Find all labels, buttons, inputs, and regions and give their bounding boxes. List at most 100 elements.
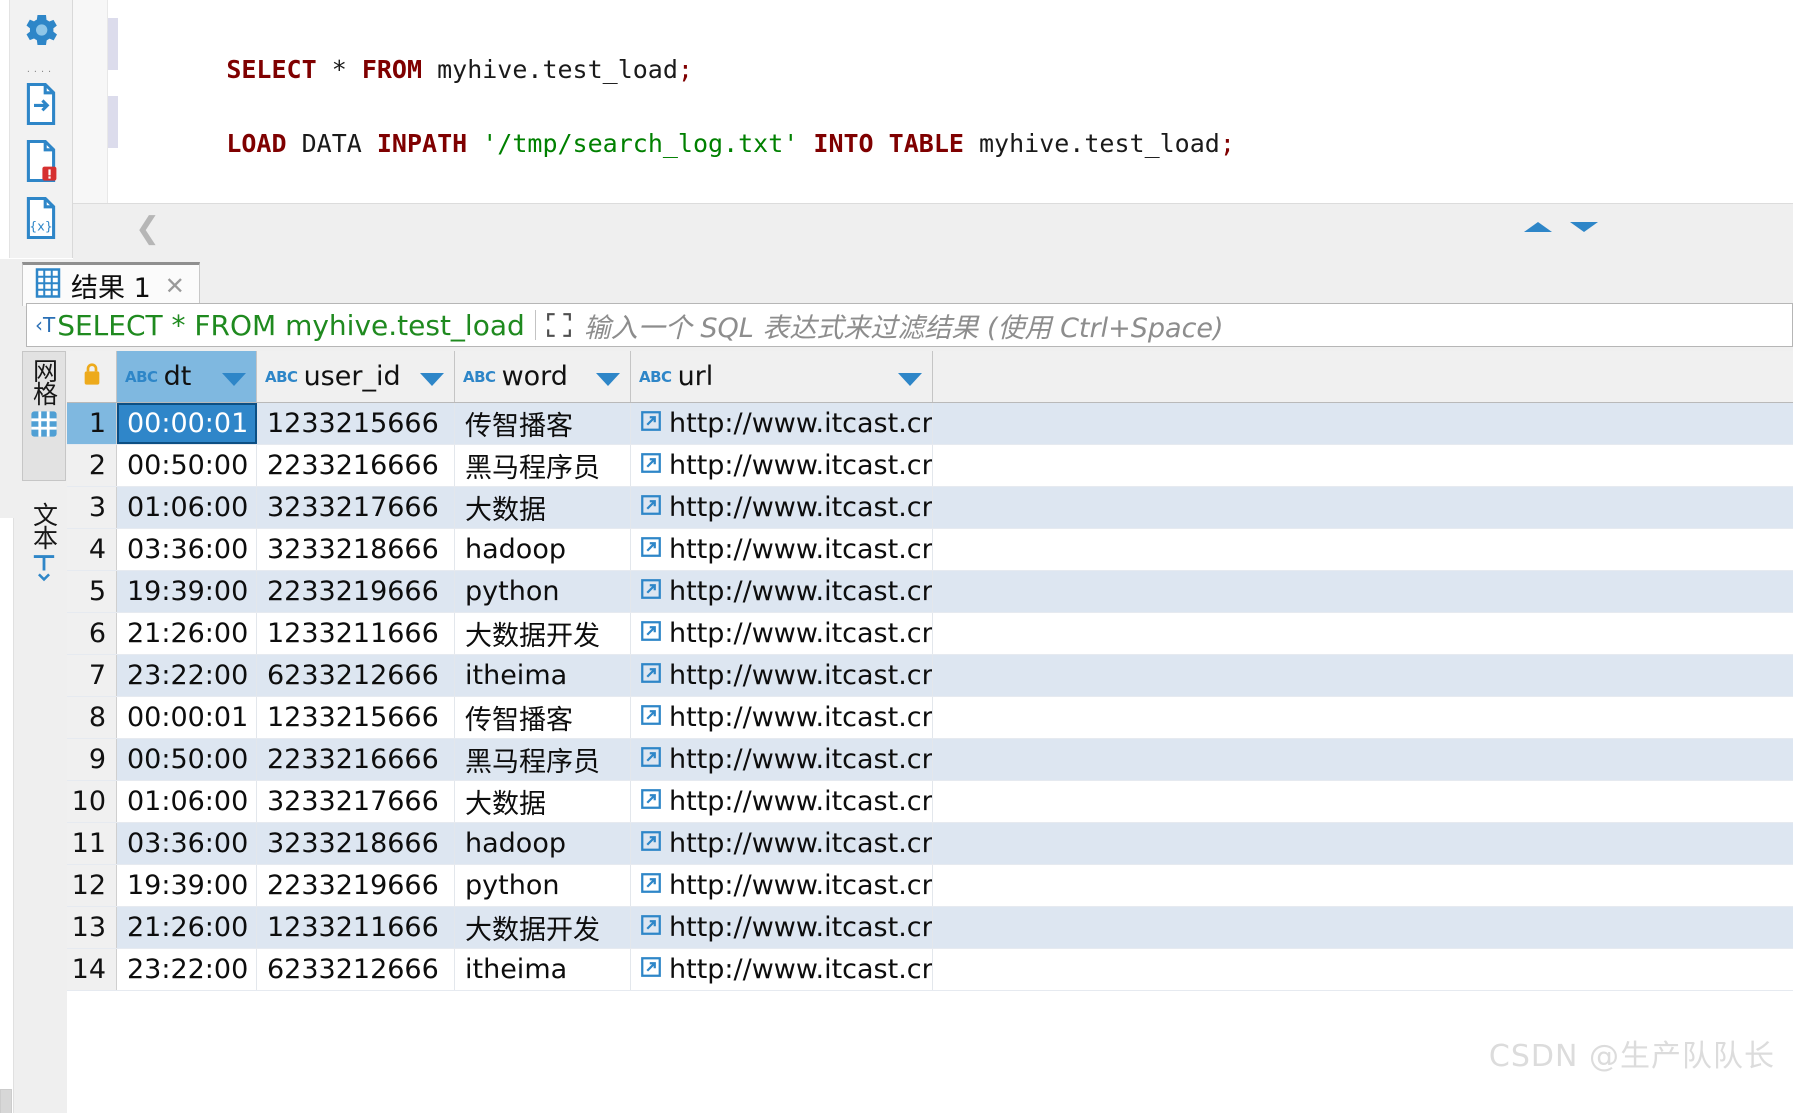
chevron-down-icon[interactable] (898, 372, 922, 386)
table-row[interactable]: 11 03:36:00 3233218666 hadoop http://www.itc… (67, 823, 1793, 865)
cell-url[interactable]: http://www.itcast.cn (631, 613, 933, 654)
cell-dt[interactable]: 23:22:00 (117, 949, 257, 990)
table-row[interactable]: 9 00:50:00 2233216666 黑马程序员 http://www.itcas… (67, 739, 1793, 781)
cell-url[interactable]: http://www.itcast.cn (631, 823, 933, 864)
cell-url[interactable]: http://www.itcast.cn (631, 571, 933, 612)
cell-url[interactable]: http://www.itcast.cn (631, 403, 933, 444)
filter-input-placeholder[interactable]: 输入一个 SQL 表达式来过滤结果 (使用 Ctrl+Space) (572, 306, 1224, 345)
external-link-icon[interactable] (641, 537, 661, 562)
cell-word[interactable]: python (455, 571, 631, 612)
table-row[interactable]: 14 23:22:00 6233212666 itheima http://www.it… (67, 949, 1793, 991)
cell-url[interactable]: http://www.itcast.cn (631, 865, 933, 906)
row-number[interactable]: 3 (67, 487, 117, 528)
external-link-icon[interactable] (641, 453, 661, 478)
view-tab-text[interactable]: 文本 (22, 496, 66, 626)
cell-user-id[interactable]: 2233219666 (257, 865, 455, 906)
cell-word[interactable]: 传智播客 (455, 697, 631, 738)
cell-dt[interactable]: 03:36:00 (117, 823, 257, 864)
cell-user-id[interactable]: 6233212666 (257, 655, 455, 696)
row-number[interactable]: 1 (67, 403, 117, 444)
external-link-icon[interactable] (641, 831, 661, 856)
row-number[interactable]: 4 (67, 529, 117, 570)
external-link-icon[interactable] (641, 663, 661, 688)
cell-word[interactable]: itheima (455, 655, 631, 696)
cell-word[interactable]: 黑马程序员 (455, 445, 631, 486)
cell-user-id[interactable]: 3233218666 (257, 823, 455, 864)
cell-word[interactable]: 大数据 (455, 781, 631, 822)
cell-url[interactable]: http://www.itcast.cn (631, 655, 933, 696)
file-export-icon[interactable] (24, 82, 58, 130)
external-link-icon[interactable] (641, 873, 661, 898)
cell-word[interactable]: 大数据开发 (455, 907, 631, 948)
row-number[interactable]: 10 (67, 781, 117, 822)
cell-dt[interactable]: 00:00:01 (117, 697, 257, 738)
table-row[interactable]: 1 00:00:01 1233215666 传智播客 http://www.itcast… (67, 403, 1793, 445)
chevron-down-icon[interactable] (420, 372, 444, 386)
cell-user-id[interactable]: 1233215666 (257, 403, 455, 444)
cell-dt[interactable]: 21:26:00 (117, 907, 257, 948)
row-number[interactable]: 5 (67, 571, 117, 612)
view-tab-grid[interactable]: 网格 (22, 351, 66, 481)
cell-dt[interactable]: 01:06:00 (117, 781, 257, 822)
table-row[interactable]: 5 19:39:00 2233219666 python http://www.itca… (67, 571, 1793, 613)
row-number[interactable]: 8 (67, 697, 117, 738)
cell-url[interactable]: http://www.itcast.cn (631, 445, 933, 486)
cell-dt[interactable]: 23:22:00 (117, 655, 257, 696)
cell-dt[interactable]: 19:39:00 (117, 571, 257, 612)
external-link-icon[interactable] (641, 789, 661, 814)
sql-editor[interactable]: SELECT * FROM myhive.test_load; LOAD DAT… (73, 0, 1793, 203)
cell-url[interactable]: http://www.itcast.cn (631, 781, 933, 822)
row-number[interactable]: 11 (67, 823, 117, 864)
row-number[interactable]: 2 (67, 445, 117, 486)
cell-user-id[interactable]: 2233219666 (257, 571, 455, 612)
cell-dt[interactable]: 00:50:00 (117, 445, 257, 486)
table-row[interactable]: 4 03:36:00 3233218666 hadoop http://www.itca… (67, 529, 1793, 571)
filter-bar[interactable]: ‹T SELECT * FROM myhive.test_load 输入一个 S… (26, 303, 1793, 347)
settings-gear-icon[interactable] (21, 10, 61, 55)
cell-word[interactable]: hadoop (455, 823, 631, 864)
grid-body[interactable]: 1 00:00:01 1233215666 传智播客 http://www.itcast… (67, 403, 1793, 991)
cell-user-id[interactable]: 2233216666 (257, 739, 455, 780)
expand-icon[interactable] (546, 312, 572, 338)
cell-word[interactable]: itheima (455, 949, 631, 990)
cell-dt[interactable]: 01:06:00 (117, 487, 257, 528)
row-number[interactable]: 14 (67, 949, 117, 990)
cell-dt[interactable]: 19:39:00 (117, 865, 257, 906)
external-link-icon[interactable] (641, 747, 661, 772)
cell-word[interactable]: python (455, 865, 631, 906)
column-header-url[interactable]: ABC url (631, 351, 933, 402)
cell-user-id[interactable]: 3233217666 (257, 781, 455, 822)
cell-user-id[interactable]: 3233217666 (257, 487, 455, 528)
table-row[interactable]: 10 01:06:00 3233217666 大数据 http://www.itcast… (67, 781, 1793, 823)
external-link-icon[interactable] (641, 579, 661, 604)
cell-user-id[interactable]: 1233211666 (257, 907, 455, 948)
column-header-dt[interactable]: ABC dt (117, 351, 257, 402)
external-link-icon[interactable] (641, 621, 661, 646)
external-link-icon[interactable] (641, 915, 661, 940)
row-number[interactable]: 6 (67, 613, 117, 654)
table-row[interactable]: 2 00:50:00 2233216666 黑马程序员 http://www.itcas… (67, 445, 1793, 487)
cell-url[interactable]: http://www.itcast.cn (631, 529, 933, 570)
cell-user-id[interactable]: 6233212666 (257, 949, 455, 990)
external-link-icon[interactable] (641, 495, 661, 520)
external-link-icon[interactable] (641, 411, 661, 436)
cell-word[interactable]: 大数据 (455, 487, 631, 528)
filter-query-text[interactable]: SELECT * FROM myhive.test_load (57, 309, 525, 342)
grid-corner-lock-cell[interactable] (67, 351, 117, 402)
tab-result-1[interactable]: 结果 1 ✕ (22, 262, 200, 306)
cell-url[interactable]: http://www.itcast.cn (631, 487, 933, 528)
cell-dt[interactable]: 00:00:01 (117, 403, 257, 444)
results-grid[interactable]: ABC dt ABC user_id ABC word ABC url 1 00… (67, 351, 1793, 1113)
cell-url[interactable]: http://www.itcast.cn (631, 697, 933, 738)
row-number[interactable]: 13 (67, 907, 117, 948)
cell-url[interactable]: http://www.itcast.cn (631, 739, 933, 780)
table-row[interactable]: 3 01:06:00 3233217666 大数据 http://www.itcast.… (67, 487, 1793, 529)
row-number[interactable]: 9 (67, 739, 117, 780)
cell-word[interactable]: 传智播客 (455, 403, 631, 444)
row-number[interactable]: 12 (67, 865, 117, 906)
cell-dt[interactable]: 00:50:00 (117, 739, 257, 780)
scroll-down-icon[interactable] (1570, 222, 1598, 232)
table-row[interactable]: 12 19:39:00 2233219666 python http://www.itc… (67, 865, 1793, 907)
external-link-icon[interactable] (641, 957, 661, 982)
cell-word[interactable]: hadoop (455, 529, 631, 570)
